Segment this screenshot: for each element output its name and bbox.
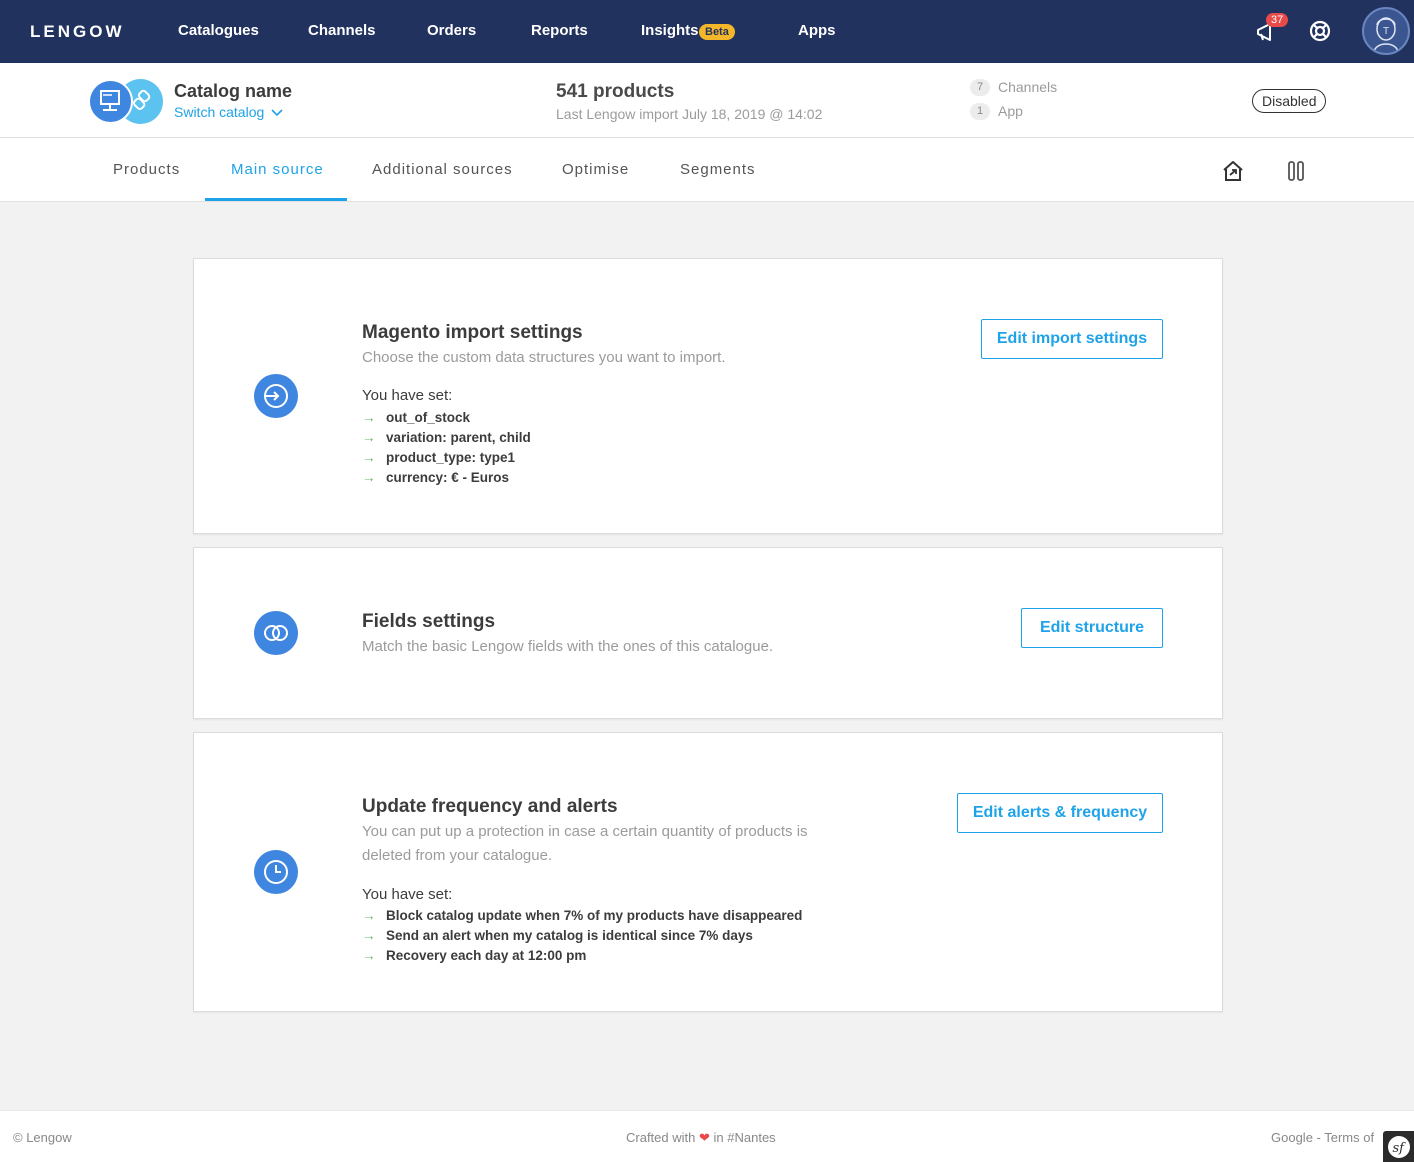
nav-reports[interactable]: Reports [531, 22, 588, 39]
footer: © Lengow Crafted with ❤ in #Nantes Googl… [0, 1110, 1414, 1162]
apps-label[interactable]: App [998, 103, 1023, 119]
catalog-name: Catalog name [174, 81, 293, 101]
beta-badge: Beta [699, 24, 735, 40]
arrow-right-icon: → [362, 908, 376, 923]
nav-orders[interactable]: Orders [427, 22, 476, 39]
notification-count-badge: 37 [1266, 13, 1289, 27]
arrow-right-icon: → [362, 928, 376, 943]
channels-label[interactable]: Channels [998, 79, 1057, 95]
tab-optimise[interactable]: Optimise [562, 161, 629, 178]
switch-catalog-label: Switch catalog [174, 104, 265, 120]
lengow-logo[interactable]: LENGOW [30, 22, 125, 42]
pause-icon[interactable] [1283, 158, 1309, 184]
products-count: 541 products [556, 81, 675, 102]
list-item: → Block catalog update when 7% of my prod… [362, 906, 802, 926]
active-tab-indicator [205, 198, 347, 201]
nav-apps[interactable]: Apps [798, 22, 836, 39]
you-have-set-label: You have set: [362, 387, 453, 404]
tab-segments[interactable]: Segments [680, 161, 756, 178]
arrow-right-icon: → [362, 430, 376, 445]
arrow-right-icon: → [362, 948, 376, 963]
last-import-text: Last Lengow import July 18, 2019 @ 14:02 [556, 106, 823, 122]
list-item: → currency: € - Euros [362, 468, 531, 488]
list-item: → product_type: type1 [362, 448, 531, 468]
alerts-settings-list: → Block catalog update when 7% of my prod… [362, 906, 802, 966]
import-settings-card: Magento import settings Choose the custo… [193, 258, 1223, 534]
card-description: Match the basic Lengow fields with the o… [362, 638, 774, 655]
catalog-header: Catalog name Switch catalog 541 products… [0, 63, 1414, 138]
top-nav: LENGOW Catalogues Channels Orders Report… [0, 0, 1414, 63]
card-title: Magento import settings [362, 322, 583, 343]
nav-insights[interactable]: Insights [641, 22, 699, 39]
tab-products[interactable]: Products [113, 161, 180, 178]
list-item: → out_of_stock [362, 408, 531, 428]
catalog-computer-icon [88, 79, 133, 124]
nav-channels[interactable]: Channels [308, 22, 376, 39]
footer-links[interactable]: Google - Terms of [1271, 1130, 1374, 1145]
heart-icon: ❤ [699, 1130, 710, 1145]
copyright-text: © Lengow [13, 1130, 72, 1145]
status-badge[interactable]: Disabled [1252, 89, 1327, 113]
arrow-right-icon: → [362, 450, 376, 465]
edit-import-settings-button[interactable]: Edit import settings [981, 319, 1163, 359]
arrow-right-icon: → [362, 410, 376, 425]
import-arrow-icon [254, 374, 298, 418]
update-alerts-card: Update frequency and alerts You can put … [193, 732, 1223, 1012]
card-description-line-1: You can put up a protection in case a ce… [362, 823, 808, 840]
list-item: → variation: parent, child [362, 428, 531, 448]
nav-catalogues[interactable]: Catalogues [178, 22, 259, 39]
tab-bar: Products Main source Additional sources … [0, 138, 1414, 202]
clock-icon [254, 850, 298, 894]
arrow-right-icon: → [362, 470, 376, 485]
tab-additional-sources[interactable]: Additional sources [372, 161, 513, 178]
import-settings-list: → out_of_stock → variation: parent, child … [362, 408, 531, 488]
fields-settings-card: Fields settings Match the basic Lengow f… [193, 547, 1223, 719]
card-title: Fields settings [362, 611, 496, 632]
edit-alerts-frequency-button[interactable]: Edit alerts & frequency [957, 793, 1163, 833]
crafted-text: Crafted with ❤ in #Nantes [626, 1130, 776, 1145]
you-have-set-label: You have set: [362, 886, 453, 903]
help-lifebuoy-icon[interactable] [1305, 16, 1335, 46]
card-description: Choose the custom data structures you wa… [362, 349, 726, 366]
avatar-initial: T [1383, 26, 1389, 37]
list-item: → Recovery each day at 12:00 pm [362, 946, 802, 966]
list-item: → Send an alert when my catalog is identi… [362, 926, 802, 946]
apps-count-badge: 1 [970, 103, 990, 120]
tab-main-source[interactable]: Main source [231, 161, 324, 178]
switch-catalog-link[interactable]: Switch catalog [174, 104, 283, 120]
user-avatar[interactable]: T [1362, 7, 1410, 55]
house-export-icon[interactable] [1220, 158, 1246, 184]
edit-structure-button[interactable]: Edit structure [1021, 608, 1163, 648]
symfony-toolbar-icon[interactable]: sf [1383, 1131, 1414, 1162]
channels-count-badge: 7 [970, 79, 990, 96]
overlapping-circles-icon [254, 611, 298, 655]
card-title: Update frequency and alerts [362, 796, 618, 817]
card-description-line-2: deleted from your catalogue. [362, 847, 553, 864]
chevron-down-icon [268, 104, 283, 120]
